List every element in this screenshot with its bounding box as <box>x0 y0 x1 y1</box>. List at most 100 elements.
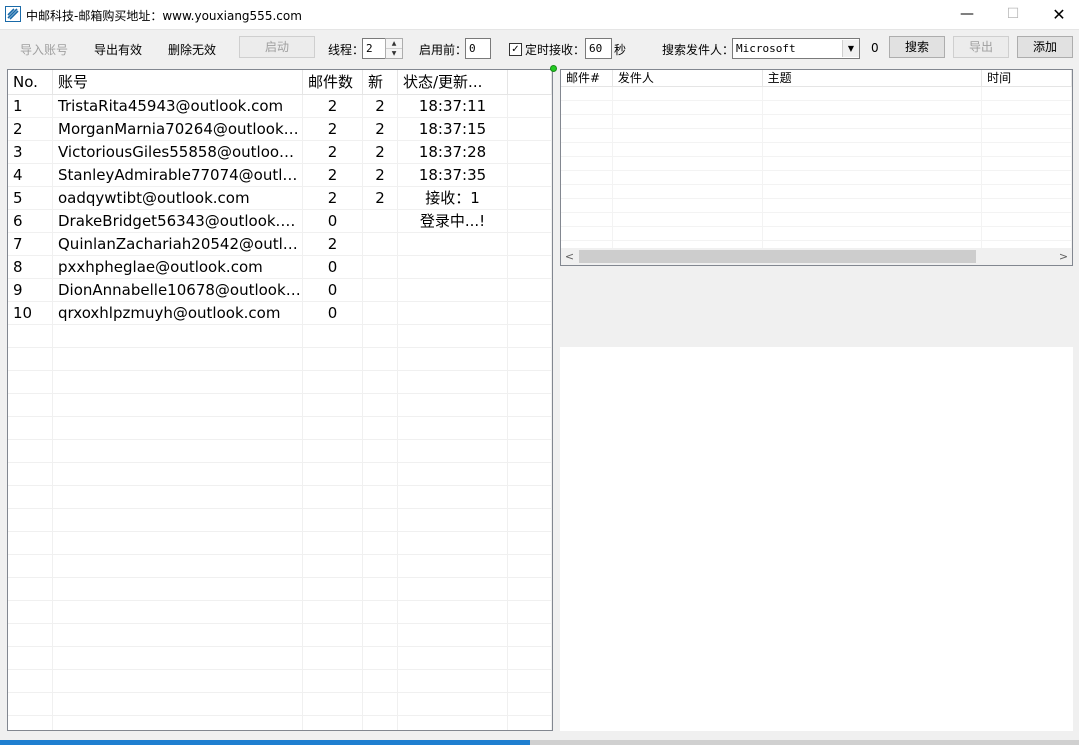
empty-cell <box>363 624 398 646</box>
empty-cell <box>398 716 508 730</box>
account-no-cell: 9 <box>8 279 53 301</box>
empty-cell <box>53 693 303 715</box>
account-new-cell: 2 <box>363 164 398 186</box>
account-row[interactable]: 10 qrxoxhlpzmuyh@outlook.com 0 <box>8 302 552 325</box>
spin-up-icon[interactable]: ▲ <box>386 39 402 49</box>
empty-cell <box>363 394 398 416</box>
account-list-header: No. 账号 邮件数 新 状态/更新... <box>8 70 552 95</box>
account-no-cell: 10 <box>8 302 53 324</box>
empty-cell <box>53 601 303 623</box>
empty-cell <box>363 417 398 439</box>
account-status-cell: 18:37:35 <box>398 164 508 186</box>
column-header-account[interactable]: 账号 <box>53 70 303 94</box>
export-button[interactable]: 导出 <box>953 36 1009 58</box>
scroll-left-icon[interactable]: < <box>561 248 578 265</box>
empty-cell <box>303 647 363 669</box>
empty-row <box>8 716 552 730</box>
import-accounts-button[interactable]: 导入账号 <box>20 41 68 58</box>
empty-mail-row <box>561 129 1072 143</box>
empty-cell <box>363 486 398 508</box>
scroll-right-icon[interactable]: > <box>1055 248 1072 265</box>
account-row[interactable]: 8 pxxhpheglae@outlook.com 0 <box>8 256 552 279</box>
spin-down-icon[interactable]: ▼ <box>386 49 402 58</box>
empty-mail-row <box>561 157 1072 171</box>
account-mail-count-cell: 2 <box>303 233 363 255</box>
empty-row <box>8 693 552 716</box>
taskbar-strip <box>0 740 1079 745</box>
column-header-time[interactable]: 时间 <box>982 70 1072 86</box>
export-valid-button[interactable]: 导出有效 <box>94 41 142 58</box>
timed-receive-checkbox[interactable]: ✓ <box>509 43 522 56</box>
mail-list[interactable]: 邮件# 发件人 主题 时间 < > <box>560 69 1073 266</box>
search-button[interactable]: 搜索 <box>889 36 945 58</box>
column-header-sender[interactable]: 发件人 <box>613 70 763 86</box>
empty-cell <box>53 624 303 646</box>
account-no-cell: 7 <box>8 233 53 255</box>
account-row[interactable]: 3 VictoriousGiles55858@outlook.com 2 2 18:37… <box>8 141 552 164</box>
horizontal-scrollbar[interactable]: < > <box>561 248 1072 265</box>
empty-cell <box>613 143 763 156</box>
empty-cell <box>363 325 398 347</box>
account-row[interactable]: 4StanleyAdmirable77074@outlook.com2218:3… <box>8 164 552 187</box>
empty-cell <box>53 417 303 439</box>
empty-cell <box>303 509 363 531</box>
column-header-no[interactable]: No. <box>8 70 53 94</box>
empty-cell <box>398 624 508 646</box>
empty-cell <box>561 171 613 184</box>
account-new-cell <box>363 256 398 278</box>
threads-spinner[interactable]: ▲ ▼ <box>385 38 403 59</box>
timed-receive-input[interactable]: 60 <box>585 38 612 59</box>
empty-cell <box>363 716 398 730</box>
account-email-cell: qrxoxhlpzmuyh@outlook.com <box>53 302 303 324</box>
account-row[interactable]: 1 TristaRita45943@outlook.com 2 2 18:37:11 <box>8 95 552 118</box>
start-button[interactable]: 启动 <box>239 36 315 58</box>
empty-cell <box>53 647 303 669</box>
empty-cell <box>561 143 613 156</box>
empty-cell <box>561 129 613 142</box>
maximize-button[interactable]: ☐ <box>990 0 1036 29</box>
mail-content-pane[interactable] <box>560 347 1073 731</box>
account-row[interactable]: 2 MorganMarnia70264@outlook.com 2 2 18:37:15 <box>8 118 552 141</box>
empty-cell <box>763 185 983 198</box>
empty-row <box>8 463 552 486</box>
empty-row <box>8 578 552 601</box>
threads-input[interactable]: 2 <box>362 38 386 59</box>
empty-cell <box>8 463 53 485</box>
empty-cell <box>508 509 552 531</box>
column-header-subject[interactable]: 主题 <box>763 70 983 86</box>
empty-row <box>8 417 552 440</box>
column-header-new[interactable]: 新 <box>363 70 398 94</box>
close-button[interactable]: ✕ <box>1036 0 1079 29</box>
account-status-cell <box>398 256 508 278</box>
account-row[interactable]: 6 DrakeBridget56343@outlook.com 0 登录中...! <box>8 210 552 233</box>
add-button[interactable]: 添加 <box>1017 36 1073 58</box>
minimize-button[interactable]: — <box>944 0 990 29</box>
empty-cell <box>303 716 363 730</box>
column-header-status[interactable]: 状态/更新... <box>398 70 508 94</box>
scrollbar-thumb[interactable] <box>579 250 976 263</box>
enable-before-label: 启用前： <box>419 43 468 57</box>
account-email-cell: MorganMarnia70264@outlook.com <box>53 118 303 140</box>
column-header-mail-no[interactable]: 邮件# <box>561 70 613 86</box>
empty-cell <box>363 509 398 531</box>
account-list[interactable]: No. 账号 邮件数 新 状态/更新... 1 TristaRita45943@o… <box>7 69 553 731</box>
search-sender-select[interactable]: Microsoft <box>732 38 860 59</box>
account-new-cell: 2 <box>363 141 398 163</box>
empty-row <box>8 371 552 394</box>
account-row[interactable]: 5 oadqywtibt@outlook.com 2 2 接收：1 <box>8 187 552 210</box>
column-header-mail-count[interactable]: 邮件数 <box>303 70 363 94</box>
empty-cell <box>561 115 613 128</box>
empty-cell <box>303 670 363 692</box>
account-row[interactable]: 7QuinlanZachariah20542@outlook.com2 <box>8 233 552 256</box>
empty-cell <box>982 101 1072 114</box>
account-row[interactable]: 9 DionAnnabelle10678@outlook.com 0 <box>8 279 552 302</box>
account-extra-cell <box>508 187 552 209</box>
empty-cell <box>363 371 398 393</box>
account-status-cell: 18:37:15 <box>398 118 508 140</box>
app-logo-icon <box>5 6 21 22</box>
chevron-down-icon[interactable]: ▼ <box>842 40 859 57</box>
delete-invalid-button[interactable]: 删除无效 <box>168 41 216 58</box>
empty-cell <box>363 463 398 485</box>
enable-before-input[interactable]: 0 <box>465 38 491 59</box>
empty-cell <box>561 157 613 170</box>
